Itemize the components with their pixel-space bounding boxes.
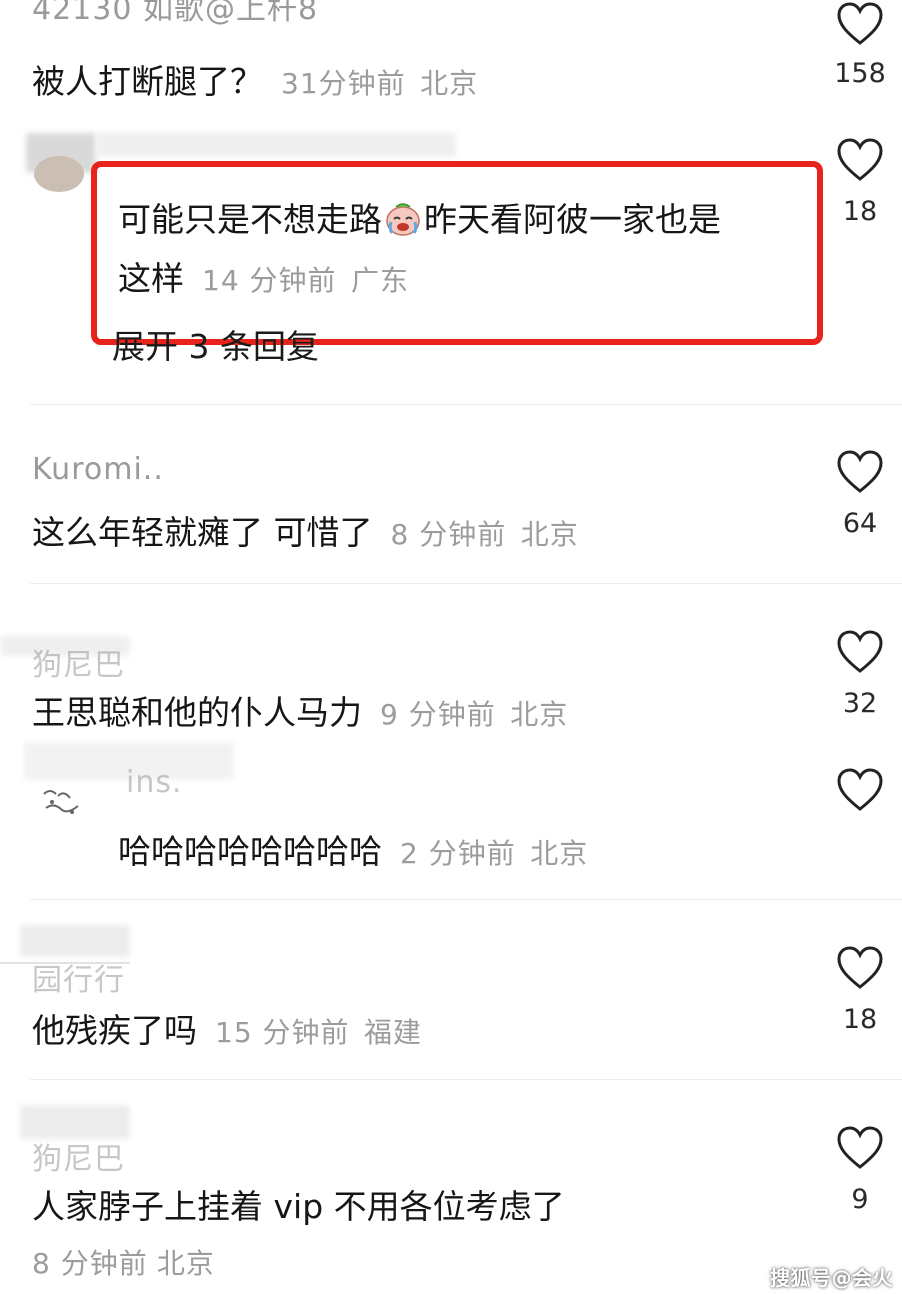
comment-location: 北京 xyxy=(420,67,479,100)
comment-location: 北京 xyxy=(520,518,579,551)
like-count: 18 xyxy=(842,1004,878,1035)
comment-body: 王思聪和他的仆人马力 xyxy=(32,693,362,732)
divider xyxy=(30,899,902,900)
like-count: 158 xyxy=(834,58,886,89)
expand-replies-button[interactable]: 展开 3 条回复 xyxy=(112,320,319,368)
like-heart-icon[interactable] xyxy=(836,138,884,182)
comment-body: 被人打断腿了？ xyxy=(32,62,263,101)
comment-username[interactable]: 42130 如歌@上杆8 xyxy=(32,0,318,28)
username-blurred xyxy=(20,925,130,957)
like-count: 32 xyxy=(842,688,878,719)
comment-time: 8 分钟前 xyxy=(390,518,507,551)
comment-body: 这么年轻就瘫了 可惜了 xyxy=(32,513,373,552)
username-blurred xyxy=(96,133,456,157)
comment-time: 2 分钟前 xyxy=(400,837,516,870)
watermark: 搜狐号@会火 xyxy=(770,1266,893,1290)
comment-text: 哈哈哈哈哈哈哈哈 2 分钟前 北京 xyxy=(118,825,588,873)
like-heart-icon[interactable] xyxy=(836,946,884,990)
divider xyxy=(30,404,902,405)
comment-username[interactable]: 狗尼巴 xyxy=(32,1134,125,1178)
like-heart-icon[interactable] xyxy=(836,768,884,812)
like-count: 18 xyxy=(842,196,878,227)
comment-text: 被人打断腿了？ 31分钟前 北京 xyxy=(32,55,478,103)
like-heart-icon[interactable] xyxy=(836,630,884,674)
comment-text: 他残疾了吗 15 分钟前 福建 xyxy=(32,1004,422,1052)
avatar-sketch-icon[interactable] xyxy=(38,784,90,820)
comment-text: 可能只是不想走路 昨天看阿彼一家也是 xyxy=(118,193,721,241)
comment-time: 14 分钟前 xyxy=(202,264,337,297)
like-count: 64 xyxy=(842,508,878,539)
comment-body: 这样 xyxy=(118,259,184,298)
like-count: 9 xyxy=(851,1184,869,1215)
comment-meta: 8 分钟前 北京 xyxy=(14,1242,215,1282)
like-heart-icon[interactable] xyxy=(836,2,884,46)
comment-time: 9 分钟前 xyxy=(380,698,496,731)
comment-time: 15 分钟前 xyxy=(215,1016,350,1049)
comment-text: 人家脖子上挂着 vip 不用各位考虑了 xyxy=(32,1180,565,1228)
comment-username[interactable]: 狗尼巴 xyxy=(32,640,125,684)
comment-body: 哈哈哈哈哈哈哈哈 xyxy=(118,832,382,871)
divider xyxy=(30,583,902,584)
comment-username[interactable]: Kuromi.. xyxy=(32,452,164,487)
comment-time: 8 分钟前 xyxy=(32,1247,148,1280)
comment-username[interactable]: 园行行 xyxy=(32,955,125,999)
comment-body: 人家脖子上挂着 vip 不用各位考虑了 xyxy=(32,1187,565,1226)
comment-location: 北京 xyxy=(510,698,569,731)
comment-body: 他残疾了吗 xyxy=(32,1011,197,1050)
comment-time: 31分钟前 xyxy=(281,67,406,100)
comment-text: 王思聪和他的仆人马力 9 分钟前 北京 xyxy=(32,686,568,734)
like-heart-icon[interactable] xyxy=(836,450,884,494)
comment-text-line2: 这样 14 分钟前 广东 xyxy=(118,252,409,300)
comment-location: 北京 xyxy=(530,837,589,870)
comment-location: 广东 xyxy=(351,264,410,297)
avatar[interactable] xyxy=(34,156,84,192)
like-heart-icon[interactable] xyxy=(836,1126,884,1170)
crying-laughing-emoji-icon xyxy=(386,203,420,236)
comment-body-cont: 昨天看阿彼一家也是 xyxy=(424,200,721,239)
divider xyxy=(30,1079,902,1080)
comment-username[interactable]: ins. xyxy=(126,765,183,800)
comment-location: 北京 xyxy=(156,1247,215,1280)
comment-text: 这么年轻就瘫了 可惜了 8 分钟前 北京 xyxy=(32,506,579,554)
comment-body: 可能只是不想走路 xyxy=(118,200,382,239)
comment-location: 福建 xyxy=(364,1016,423,1049)
